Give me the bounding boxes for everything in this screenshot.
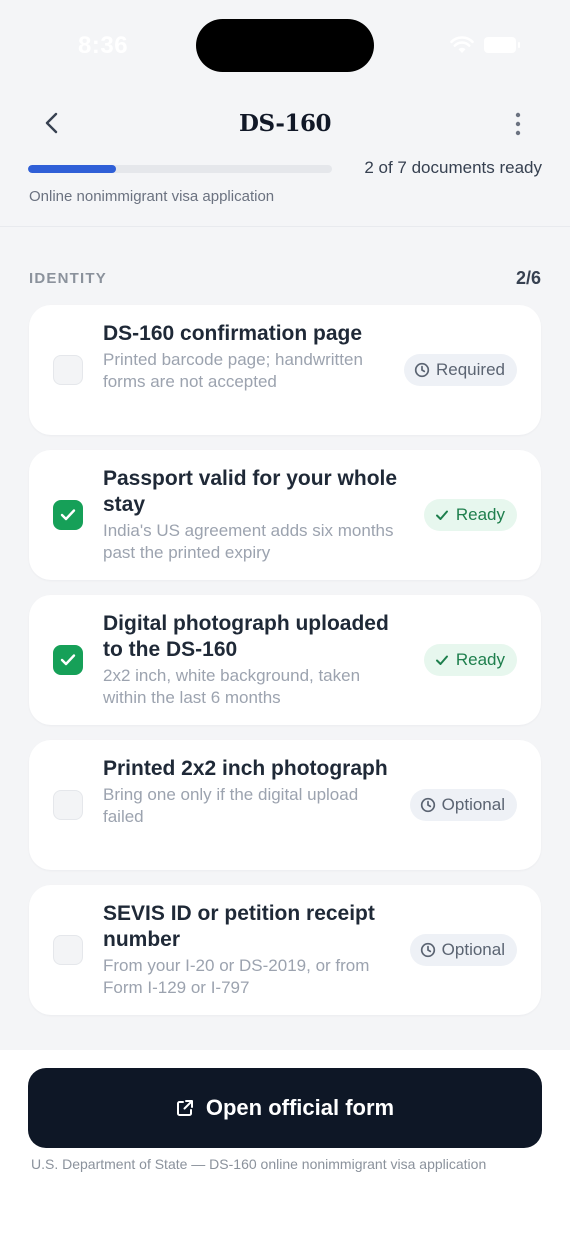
document-title: SEVIS ID or petition receipt number bbox=[103, 902, 375, 951]
document-text: Passport valid for your whole stay India'… bbox=[103, 466, 403, 564]
battery-icon bbox=[484, 37, 520, 53]
status-badge: Ready bbox=[423, 644, 517, 676]
bottom-bar: Open official form U.S. Department of St… bbox=[0, 1050, 570, 1240]
progress-fill bbox=[28, 165, 117, 173]
document-checkbox[interactable] bbox=[53, 645, 83, 675]
status-time: 8:36 bbox=[78, 32, 129, 59]
status-badge-label: Ready bbox=[455, 505, 505, 524]
status-badge: Optional bbox=[409, 789, 517, 821]
open-official-form-button[interactable]: Open official form bbox=[28, 1068, 542, 1148]
page-subtitle: Online nonimmigrant visa application bbox=[29, 188, 275, 205]
status-badge-label: Required bbox=[436, 360, 505, 379]
document-text: Printed 2x2 inch photograph Bring one onl… bbox=[103, 756, 403, 828]
document-title: Printed 2x2 inch photograph bbox=[103, 757, 388, 780]
document-title: Digital photograph uploaded to the DS-16… bbox=[103, 612, 389, 661]
source-text: U.S. Department of State — DS-160 online… bbox=[31, 1156, 487, 1172]
document-checkbox[interactable] bbox=[53, 790, 83, 820]
document-card[interactable]: DS-160 confirmation page Printed barcode … bbox=[29, 305, 541, 435]
document-title: DS-160 confirmation page bbox=[103, 322, 363, 345]
document-text: SEVIS ID or petition receipt number From … bbox=[103, 901, 403, 999]
open-official-form-label: Open official form bbox=[205, 1095, 395, 1120]
divider bbox=[0, 226, 570, 227]
document-title: Passport valid for your whole stay bbox=[103, 467, 398, 516]
status-badge: Ready bbox=[423, 499, 517, 531]
clock-icon bbox=[420, 797, 436, 813]
status-badge-label: Ready bbox=[455, 650, 505, 669]
document-card[interactable]: Passport valid for your whole stay India'… bbox=[29, 450, 541, 580]
section-header: IDENTITY 2/6 bbox=[29, 268, 541, 294]
document-subtitle: 2x2 inch, white background, taken within… bbox=[103, 666, 361, 707]
check-icon bbox=[434, 652, 450, 668]
header: DS-160 bbox=[0, 100, 570, 150]
document-text: Digital photograph uploaded to the DS-16… bbox=[103, 611, 403, 709]
check-icon bbox=[434, 507, 450, 523]
status-bar: 8:36 bbox=[0, 0, 570, 90]
status-badge: Optional bbox=[409, 934, 517, 966]
document-card[interactable]: Digital photograph uploaded to the DS-16… bbox=[29, 595, 541, 725]
document-subtitle: From your I-20 or DS-2019, or from Form … bbox=[103, 956, 370, 997]
document-subtitle: Printed barcode page; handwritten forms … bbox=[103, 350, 363, 391]
progress-bar bbox=[28, 165, 332, 173]
status-badge-label: Optional bbox=[441, 940, 505, 959]
more-vertical-icon[interactable] bbox=[510, 110, 526, 138]
document-subtitle: India's US agreement adds six months pas… bbox=[103, 521, 394, 562]
document-checkbox[interactable] bbox=[53, 500, 83, 530]
status-badge-label: Optional bbox=[441, 795, 505, 814]
document-subtitle: Bring one only if the digital upload fai… bbox=[103, 785, 359, 826]
document-card[interactable]: SEVIS ID or petition receipt number From … bbox=[29, 885, 541, 1015]
document-checkbox[interactable] bbox=[53, 935, 83, 965]
status-icons bbox=[450, 36, 520, 54]
document-text: DS-160 confirmation page Printed barcode … bbox=[103, 321, 403, 393]
dynamic-island bbox=[196, 19, 374, 72]
document-card[interactable]: Printed 2x2 inch photograph Bring one onl… bbox=[29, 740, 541, 870]
document-list: DS-160 confirmation page Printed barcode … bbox=[29, 305, 541, 1030]
clock-icon bbox=[420, 942, 436, 958]
external-link-icon bbox=[176, 1100, 193, 1116]
section-title: IDENTITY bbox=[29, 270, 107, 287]
status-badge: Required bbox=[404, 354, 517, 386]
page-title: DS-160 bbox=[239, 110, 331, 137]
section-count: 2/6 bbox=[515, 268, 541, 288]
progress-text: 2 of 7 documents ready bbox=[364, 158, 542, 177]
progress-row: 2 of 7 documents ready bbox=[28, 158, 542, 182]
clock-icon bbox=[414, 362, 430, 378]
wifi-icon bbox=[450, 36, 474, 53]
document-checkbox[interactable] bbox=[53, 355, 83, 385]
